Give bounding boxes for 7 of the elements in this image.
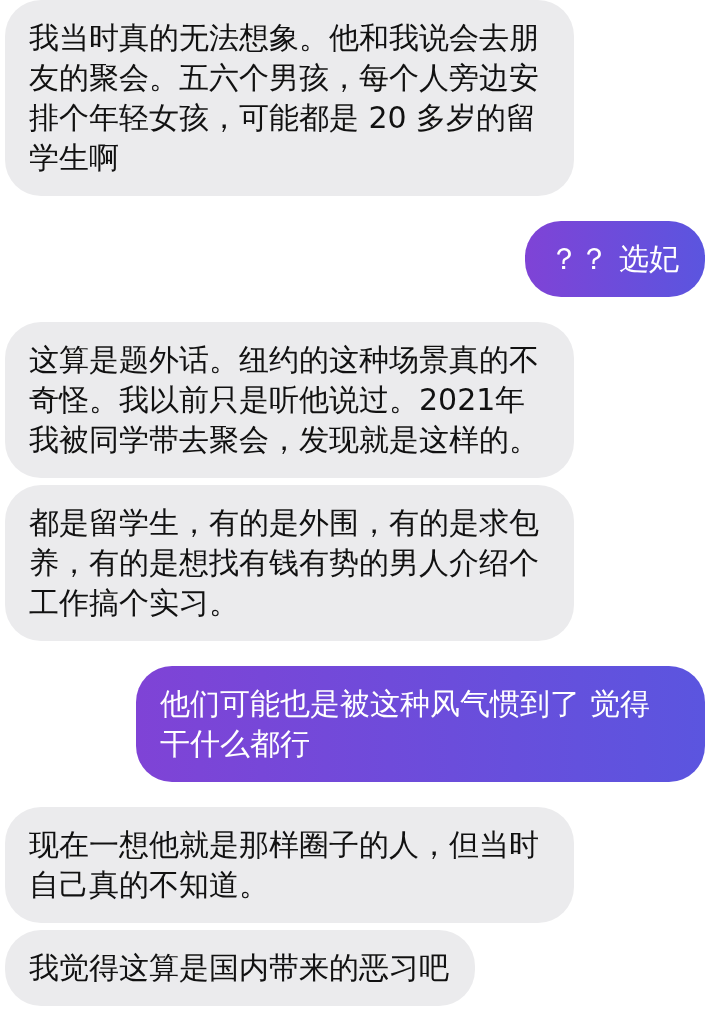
received-message-bubble: 我当时真的无法想象。他和我说会去朋友的聚会。五六个男孩，每个人旁边安排个年轻女孩，可能都是 20 多岁的留学生啊 [5,0,574,196]
received-message-bubble: 现在一想他就是那样圈子的人，但当时自己真的不知道。 [5,807,574,923]
sent-message-bubble: 他们可能也是被这种风气惯到了 觉得干什么都行 [136,666,705,782]
sent-message-bubble: ？？ 选妃 [525,221,705,297]
received-message-bubble: 我觉得这算是国内带来的恶习吧 [5,930,475,1006]
received-message-bubble: 这算是题外话。纽约的这种场景真的不奇怪。我以前只是听他说过。2021年我被同学带去聚会，发现就是这样的。 [5,322,574,478]
received-message-bubble: 都是留学生，有的是外围，有的是求包养，有的是想找有钱有势的男人介绍个工作搞个实习。 [5,485,574,641]
